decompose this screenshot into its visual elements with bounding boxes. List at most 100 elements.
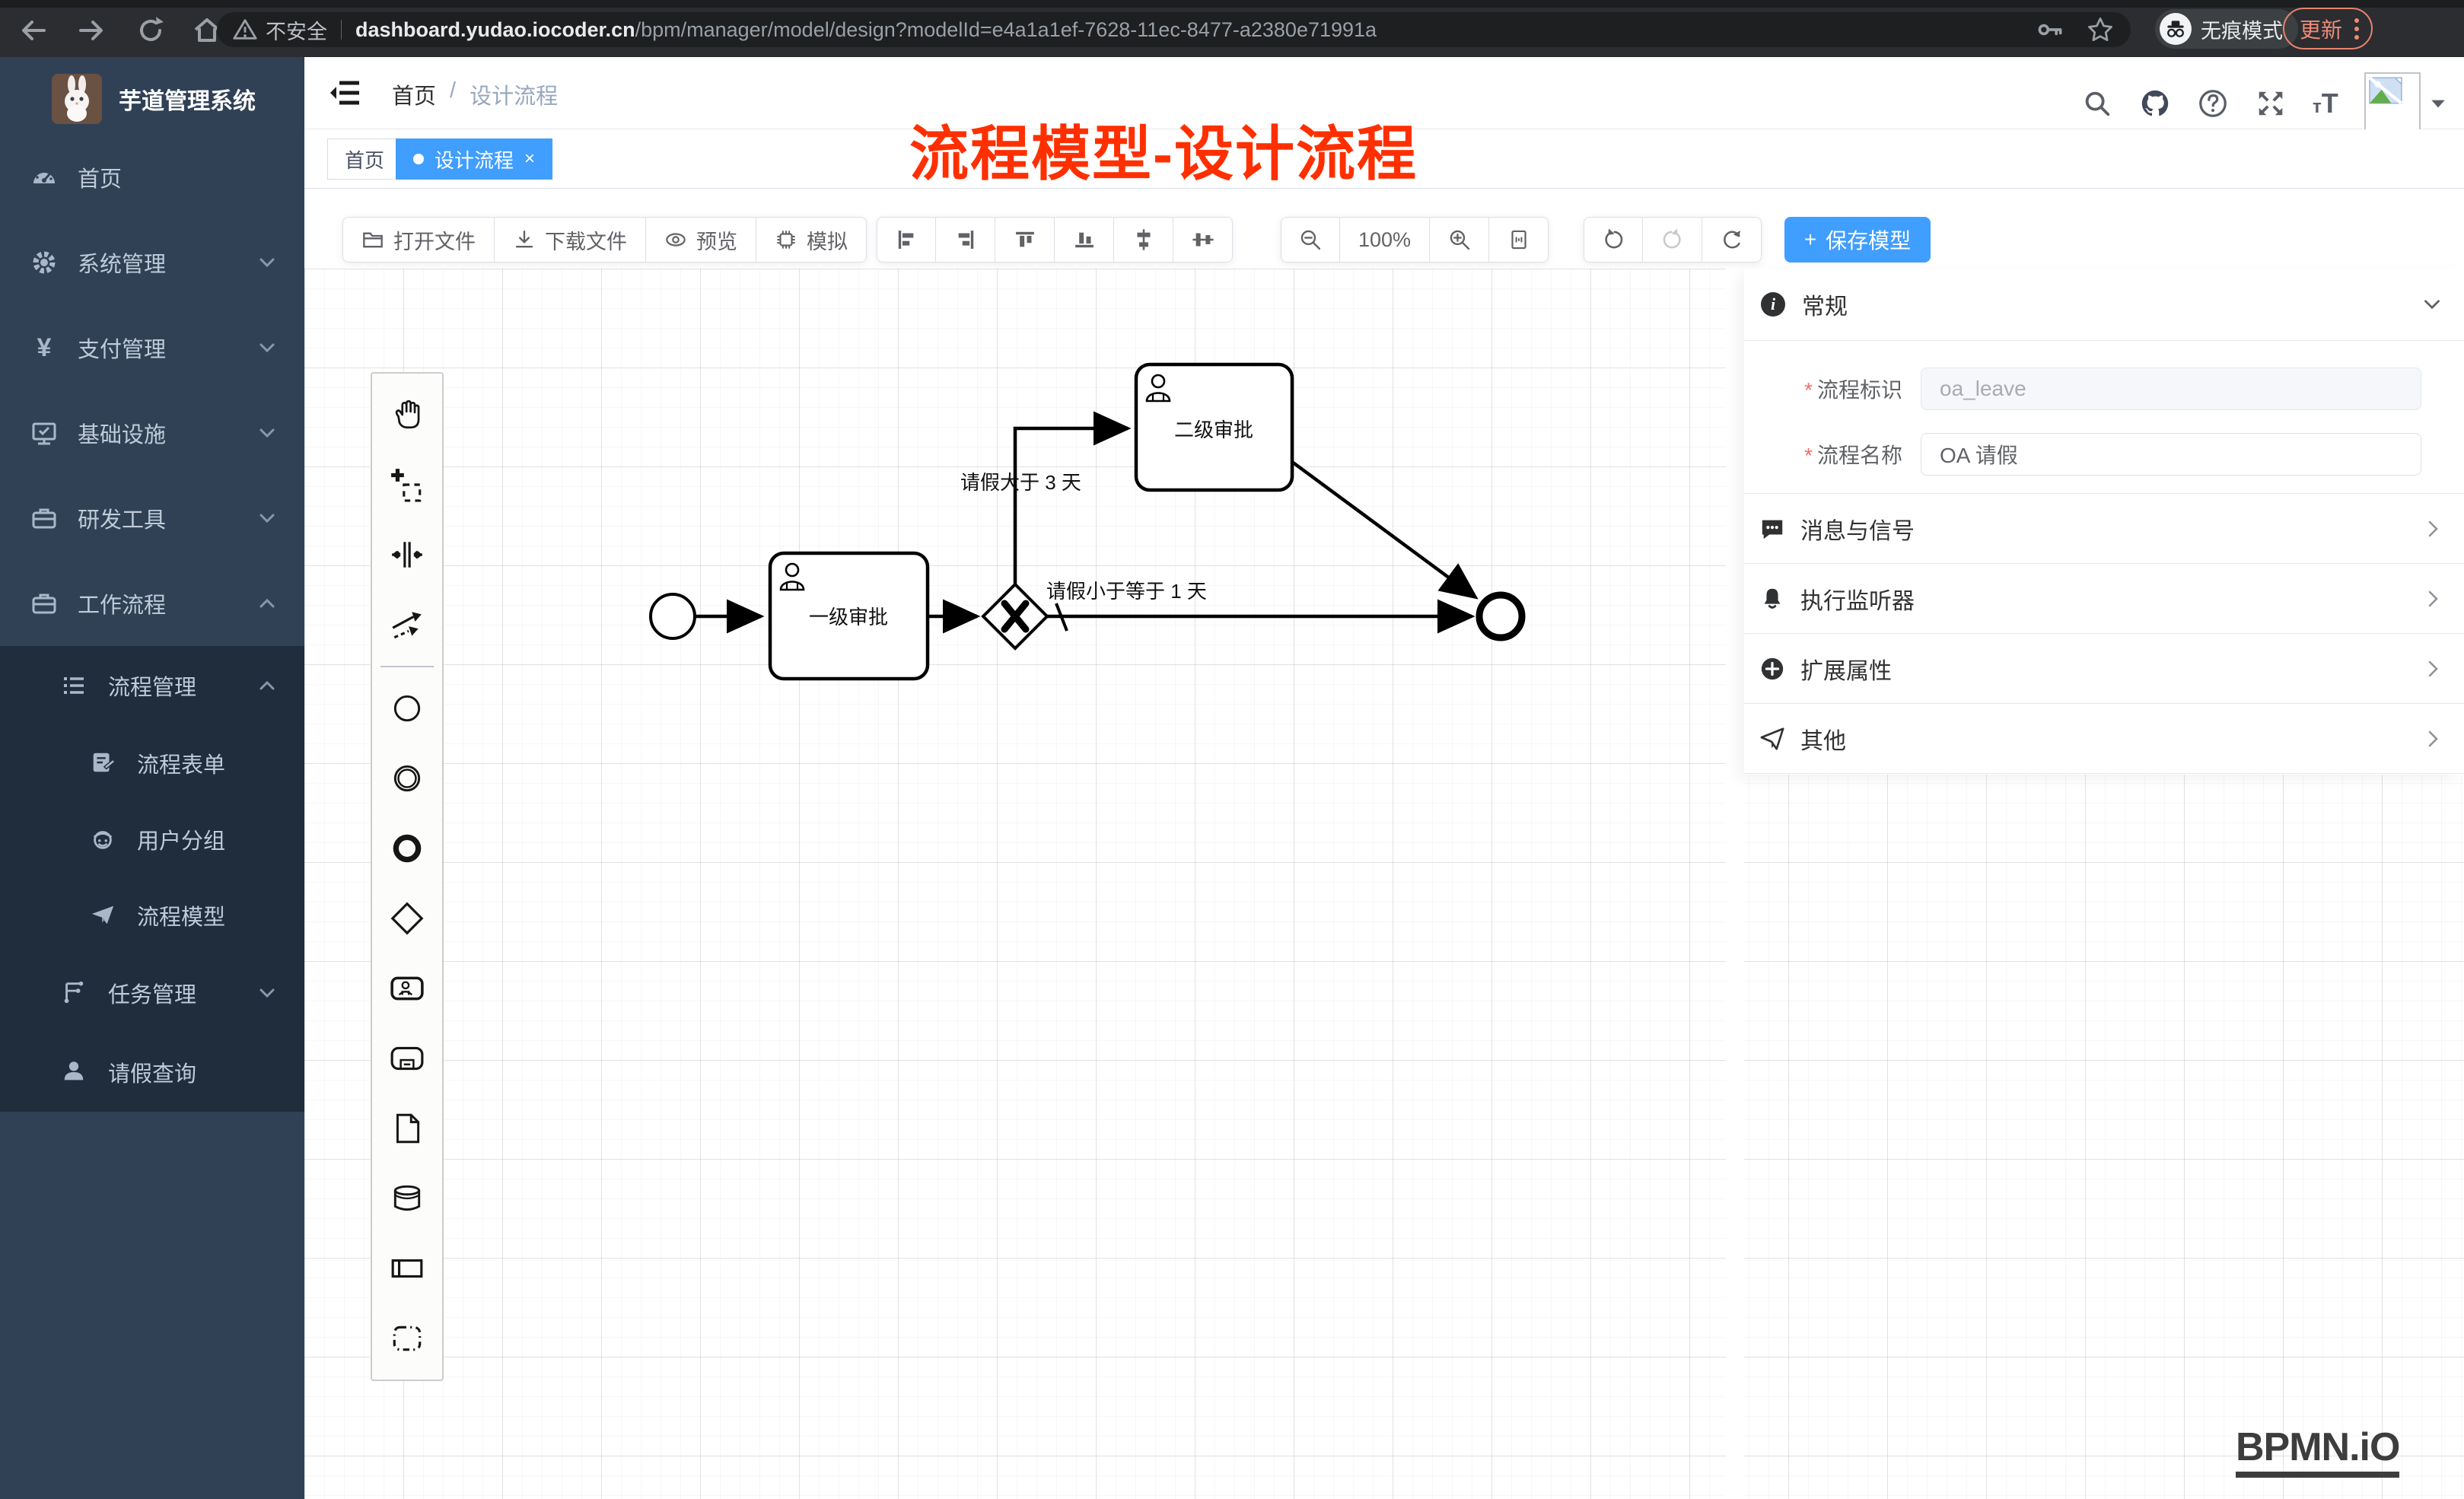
chevron-down-icon[interactable]	[2420, 292, 2444, 317]
create-subprocess[interactable]	[372, 1023, 442, 1093]
align-center-button[interactable]	[1173, 217, 1233, 263]
align-right-button[interactable]	[936, 217, 995, 263]
sidebar-item-label: 用户分组	[137, 823, 225, 855]
breadcrumb-current: 设计流程	[470, 78, 558, 110]
process-name-input[interactable]	[1921, 433, 2421, 476]
browser-forward-icon[interactable]	[75, 14, 108, 47]
sidebar-item-payment[interactable]: ¥ 支付管理	[0, 305, 304, 390]
github-icon[interactable]	[2139, 88, 2171, 119]
sequence-flow[interactable]	[1292, 462, 1476, 597]
caret-down-icon[interactable]	[2428, 94, 2448, 113]
bpmn-io-logo[interactable]: BPMN.iO	[2236, 1424, 2399, 1478]
create-end-event[interactable]	[372, 813, 442, 883]
sidebar-item-devtools[interactable]: 研发工具	[0, 476, 304, 561]
create-gateway[interactable]	[372, 883, 442, 953]
undo-button[interactable]	[1584, 217, 1643, 263]
zoom-level[interactable]: 100%	[1340, 217, 1430, 263]
user-avatar[interactable]	[2364, 72, 2448, 135]
tab-design-process[interactable]: 设计流程 ×	[396, 138, 552, 180]
create-user-task[interactable]	[372, 953, 442, 1023]
align-middle-button[interactable]	[1114, 217, 1173, 263]
info-icon: i	[1759, 291, 1787, 318]
start-event[interactable]	[651, 594, 695, 638]
breadcrumb-separator: /	[450, 78, 456, 110]
open-file-button[interactable]: 打开文件	[342, 217, 495, 263]
save-model-button[interactable]: + 保存模型	[1784, 217, 1931, 263]
breadcrumb-home[interactable]: 首页	[392, 78, 436, 110]
create-start-event[interactable]	[372, 673, 442, 743]
hand-tool[interactable]	[372, 380, 442, 450]
simulate-button[interactable]: 模拟	[756, 217, 867, 263]
sidebar-item-home[interactable]: 首页	[0, 135, 304, 220]
url-bar[interactable]: 不安全 dashboard.yudao.iocoder.cn/bpm/manag…	[217, 12, 2131, 47]
required-asterisk: *	[1804, 444, 1813, 467]
sidebar-item-task-mgmt[interactable]: 任务管理	[0, 953, 304, 1033]
tab-home[interactable]: 首页	[327, 138, 402, 180]
sidebar-item-label: 基础设施	[78, 417, 166, 449]
update-label[interactable]: 更新	[2300, 14, 2342, 44]
sidebar-item-process-form[interactable]: 流程表单	[0, 725, 304, 801]
monitor-icon	[30, 419, 58, 447]
align-bottom-button[interactable]	[1055, 217, 1114, 263]
section-message-signal[interactable]: 消息与信号	[1744, 494, 2464, 564]
section-title: 消息与信号	[1800, 512, 1915, 546]
space-tool[interactable]	[372, 520, 442, 590]
section-execution-listener[interactable]: 执行监听器	[1744, 564, 2464, 634]
bell-icon	[1759, 586, 1785, 612]
lasso-tool[interactable]	[372, 450, 442, 520]
create-data-object[interactable]	[372, 1093, 442, 1163]
zoom-in-button[interactable]	[1430, 217, 1489, 263]
sidebar-item-user-group[interactable]: 用户分组	[0, 801, 304, 877]
field-label: *流程标识	[1744, 374, 1902, 404]
restart-button[interactable]	[1702, 217, 1762, 263]
search-icon[interactable]	[2081, 88, 2113, 119]
sidebar-item-process-model[interactable]: 流程模型	[0, 877, 304, 953]
close-icon[interactable]: ×	[524, 150, 535, 168]
url-path: /bpm/manager/model/design?modelId=e4a1a1…	[635, 18, 1377, 42]
sidebar-item-workflow[interactable]: 工作流程	[0, 561, 304, 646]
preview-button[interactable]: 预览	[646, 217, 756, 263]
redo-button[interactable]	[1643, 217, 1702, 263]
browser-menu-icon[interactable]	[2354, 18, 2359, 40]
key-icon[interactable]	[2035, 14, 2065, 45]
font-size-icon[interactable]: тT	[2313, 88, 2338, 119]
sidebar-item-infra[interactable]: 基础设施	[0, 390, 304, 476]
create-intermediate-event[interactable]	[372, 743, 442, 813]
create-data-store[interactable]	[372, 1163, 442, 1233]
task-label: 二级审批	[1174, 419, 1253, 441]
end-event[interactable]	[1479, 595, 1522, 638]
zoom-out-button[interactable]	[1281, 217, 1340, 263]
update-button[interactable]: 更新	[2283, 8, 2373, 49]
align-left-button[interactable]	[877, 217, 936, 263]
fullscreen-icon[interactable]	[2255, 88, 2287, 119]
global-connect-tool[interactable]	[372, 590, 442, 660]
security-label[interactable]: 不安全	[266, 15, 327, 45]
align-top-button[interactable]	[995, 217, 1055, 263]
align-button-group	[877, 217, 1233, 263]
sidebar-item-system[interactable]: 系统管理	[0, 220, 304, 305]
section-other[interactable]: 其他	[1744, 704, 2464, 774]
button-label: 预览	[696, 225, 737, 255]
browser-reload-icon[interactable]	[134, 14, 167, 47]
sidebar-item-leave-query[interactable]: 请假查询	[0, 1033, 304, 1112]
sidebar-item-process-mgmt[interactable]: 流程管理	[0, 646, 304, 725]
required-asterisk: *	[1804, 378, 1813, 402]
section-extended-attributes[interactable]: 扩展属性	[1744, 634, 2464, 704]
general-section-header[interactable]: i 常规	[1744, 269, 2464, 341]
sequence-flow-gt3[interactable]	[1015, 428, 1128, 584]
zoom-fit-button[interactable]	[1489, 217, 1549, 263]
briefcase-icon	[30, 590, 58, 617]
document-edit-icon	[90, 750, 117, 777]
create-participant[interactable]	[372, 1233, 442, 1303]
sidebar-collapse-icon[interactable]	[329, 76, 362, 110]
help-icon[interactable]	[2197, 88, 2229, 119]
bookmark-star-icon[interactable]	[2085, 14, 2115, 45]
download-file-button[interactable]: 下载文件	[495, 217, 646, 263]
screen: 不安全 dashboard.yudao.iocoder.cn/bpm/manag…	[0, 0, 2464, 1499]
create-group[interactable]	[372, 1303, 442, 1373]
app-logo-row[interactable]: 芋道管理系统	[0, 57, 304, 135]
process-key-input[interactable]	[1921, 368, 2421, 410]
security-warning-icon[interactable]	[232, 17, 258, 43]
browser-back-icon[interactable]	[17, 14, 50, 47]
chevron-right-icon	[2421, 517, 2444, 540]
